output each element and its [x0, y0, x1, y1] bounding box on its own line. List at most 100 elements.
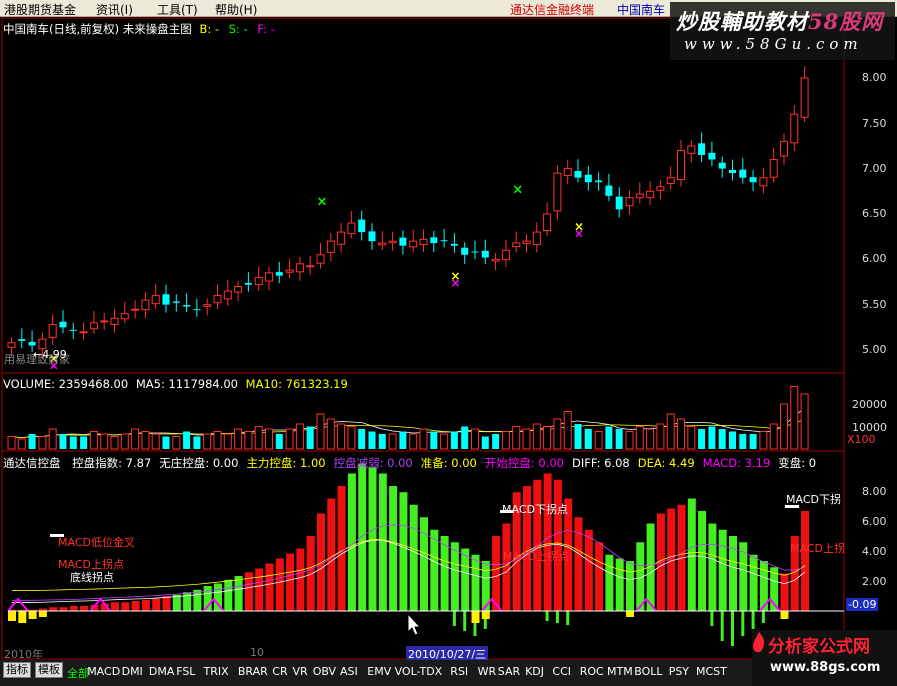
volume-bar [800, 393, 809, 450]
tab-cci[interactable]: CCI [552, 665, 571, 678]
candle-body [553, 172, 562, 212]
candle-body [254, 276, 263, 286]
candle-body [306, 265, 315, 268]
indicator-current-value: -0.09 [846, 598, 879, 611]
volume-bar [677, 418, 685, 450]
buy-signal-icon: × [574, 226, 584, 240]
indicator-bar [420, 517, 428, 611]
candle-body [213, 295, 222, 304]
candle-body [48, 324, 57, 338]
volume-bar [615, 429, 623, 449]
candle-body [234, 286, 243, 293]
tab-obv[interactable]: OBV [313, 665, 336, 678]
candle-body [677, 149, 685, 181]
volume-bar [295, 423, 304, 450]
volume-bar [213, 431, 222, 450]
volume-bar [368, 431, 376, 449]
indicator-neg-bar [761, 611, 765, 623]
candle-body [100, 320, 109, 323]
tab-rsi[interactable]: RSI [450, 665, 468, 678]
tab-kdj[interactable]: KDJ [525, 665, 544, 678]
indicator-bar [471, 554, 480, 611]
indicator-value-item: 变盘: 0 [778, 456, 817, 470]
volume-bar [326, 418, 335, 450]
buy-signal-icon: × [450, 276, 460, 290]
indicator-yellow-bar [8, 611, 16, 621]
tab-trix[interactable]: TRIX [204, 665, 229, 678]
tab-cr[interactable]: CR [272, 665, 287, 678]
indicator-bar [49, 607, 58, 611]
candle-body [461, 247, 469, 255]
volume-bar [17, 438, 26, 450]
candle-body [223, 290, 232, 300]
candle-body [769, 159, 778, 178]
indicator-bar [574, 517, 583, 611]
volume-bar [759, 431, 768, 450]
indicator-neg-bar [566, 611, 570, 625]
tab--[interactable]: 全部 [67, 665, 89, 681]
tab-mcst[interactable]: MCST [696, 665, 727, 678]
volume-bar [347, 426, 356, 450]
candle-body [698, 143, 706, 155]
volume-bar [306, 426, 314, 449]
volume-bar [223, 433, 232, 450]
tab-fsl[interactable]: FSL [176, 665, 195, 678]
volume-bar [244, 431, 253, 450]
volume-ma-lines [11, 407, 805, 439]
volume-bar [358, 429, 366, 449]
indicator-value-item: DEA: 4.49 [637, 456, 695, 470]
tab-sar[interactable]: SAR [498, 665, 520, 678]
tab-psy[interactable]: PSY [669, 665, 689, 678]
signal-markers: ×××××××× [49, 183, 584, 373]
tab--[interactable]: 指标 [3, 662, 31, 678]
chart-canvas[interactable]: ×××××××× [0, 0, 897, 660]
indicator-value-item: 开始控盘: 0.00 [484, 456, 564, 470]
candle-body [595, 180, 603, 183]
volume-bar [646, 428, 655, 450]
candle-body [18, 339, 26, 341]
indicator-value-item: MACD: 3.19 [702, 456, 771, 470]
volume-bar [563, 411, 572, 450]
candle-body [244, 282, 252, 285]
ann-macd-golden-cross: MACD低位金叉 [58, 536, 135, 549]
indicator-tick: 8.00 [862, 485, 887, 498]
indicator-bar [440, 536, 449, 611]
tab-asi[interactable]: ASI [340, 665, 358, 678]
volume-bar [203, 433, 212, 450]
tab-wr[interactable]: WR [478, 665, 497, 678]
candle-body [708, 152, 716, 160]
candle-body [59, 321, 67, 328]
indicator-neg-bar [720, 611, 724, 641]
candle-body [295, 263, 304, 273]
indicator-bar [399, 492, 408, 611]
volume-bar [481, 436, 489, 449]
legend-b: B: - [199, 22, 220, 36]
indicator-bar [543, 473, 552, 611]
tab-vol-tdx[interactable]: VOL-TDX [395, 665, 443, 678]
volume-bar [275, 434, 283, 449]
logo-text: 分析家公式网 [768, 637, 870, 657]
tab-mtm[interactable]: MTM [607, 665, 633, 678]
candle-body [605, 185, 613, 196]
candle-body [532, 231, 541, 246]
candle-body [450, 243, 458, 246]
candle-body [615, 196, 623, 210]
tab-dmi[interactable]: DMI [122, 665, 143, 678]
tab-brar[interactable]: BRAR [238, 665, 268, 678]
tab-dma[interactable]: DMA [149, 665, 175, 678]
indicator-bar [749, 554, 758, 611]
tab-boll[interactable]: BOLL [634, 665, 662, 678]
tab-vr[interactable]: VR [293, 665, 308, 678]
candle-body [409, 240, 418, 248]
tab-emv[interactable]: EMV [367, 665, 391, 678]
volume-ma-line [11, 407, 805, 439]
volume-ma5: MA5: 1117984.00 [135, 377, 239, 391]
indicator-bar [708, 523, 717, 611]
indicator-tick: 2.00 [862, 575, 887, 588]
tab--[interactable]: 模板 [35, 662, 63, 678]
ann-macd-down-right: MACD下拐 [786, 493, 841, 506]
indicator-bar [255, 568, 264, 611]
tab-roc[interactable]: ROC [580, 665, 604, 678]
candle-body [656, 186, 665, 191]
tab-macd[interactable]: MACD [87, 665, 120, 678]
